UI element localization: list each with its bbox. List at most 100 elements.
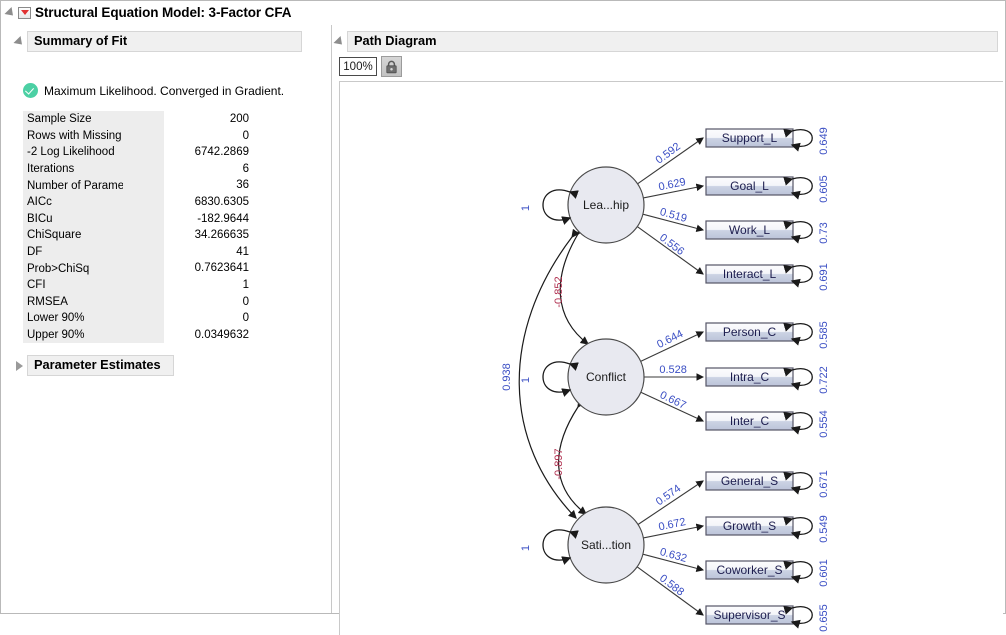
fit-statistics-labels: Sample Size Rows with Missing -2 Log Likel…	[23, 111, 164, 343]
path-diagram-canvas[interactable]: Lea...hip1Conflict1Sati...tion1 Support_…	[339, 81, 1003, 635]
residual-variance-loop	[792, 178, 812, 195]
residual-variance-loop	[792, 607, 812, 624]
observed-variable-label: Person_C	[723, 325, 777, 339]
parameter-estimates-disclosure-triangle-icon[interactable]	[16, 361, 23, 371]
observed-variables-layer: Support_LGoal_LWork_LInteract_LPerson_CI…	[706, 129, 812, 624]
path-diagram-header[interactable]: Path Diagram	[333, 31, 998, 52]
fit-stat-value: 36	[164, 177, 249, 194]
fit-stat-label: BICu	[23, 213, 123, 225]
fit-stat-label: AICc	[23, 196, 123, 208]
fit-stat-row: DF	[23, 244, 164, 261]
fit-statistics-values: 20006742.28696366830.6305-182.964434.266…	[164, 111, 249, 343]
path-diagram-disclosure-triangle-icon[interactable]	[333, 35, 345, 47]
fit-stat-row: AICc	[23, 194, 164, 211]
path-diagram-toolbar: 100%	[339, 56, 402, 77]
covariance-estimate-label: 0.938	[501, 363, 513, 391]
convergence-status: Maximum Likelihood. Converged in Gradien…	[23, 83, 284, 98]
residual-variance-label: 0.655	[818, 604, 830, 632]
covariance-estimate-label: -0.897	[553, 448, 565, 479]
observed-variable-label: Growth_S	[723, 519, 776, 533]
fit-stat-label: Upper 90%	[23, 329, 123, 341]
fit-stat-label: DF	[23, 246, 123, 258]
fit-stat-value: 1	[164, 277, 249, 294]
factor-loading-label: 0.588	[657, 572, 686, 598]
fit-stat-label: RMSEA	[23, 296, 123, 308]
latent-variance-label: 1	[520, 377, 532, 383]
green-check-icon	[23, 83, 38, 98]
residual-variance-label: 0.549	[818, 515, 830, 543]
factor-loading-label: 0.528	[659, 364, 687, 376]
lock-icon[interactable]	[381, 56, 402, 77]
red-triangle-menu-icon[interactable]	[18, 7, 31, 19]
residual-variance-loop	[792, 130, 812, 147]
residual-variance-loop	[792, 266, 812, 283]
fit-stat-label: Prob>ChiSq	[23, 263, 123, 275]
observed-variable-label: Work_L	[729, 223, 770, 237]
fit-stat-row: ChiSquare	[23, 227, 164, 244]
report-disclosure-triangle-icon[interactable]	[4, 6, 16, 18]
fit-stat-row: Rows with Missing	[23, 128, 164, 145]
residual-variance-loop	[792, 324, 812, 341]
fit-stat-label: ChiSquare	[23, 229, 123, 241]
observed-variable-label: General_S	[721, 474, 778, 488]
fit-stat-row: CFI	[23, 277, 164, 294]
residual-variance-label: 0.649	[818, 127, 830, 155]
latent-variable-label: Sati...tion	[581, 538, 631, 552]
summary-of-fit-header[interactable]: Summary of Fit	[13, 31, 302, 52]
fit-stat-label: Rows with Missing	[23, 130, 123, 142]
observed-variable-label: Intra_C	[730, 370, 770, 384]
fit-stat-value: 34.266635	[164, 227, 249, 244]
residual-variance-label: 0.554	[818, 410, 830, 438]
summary-disclosure-triangle-icon[interactable]	[13, 35, 25, 47]
jmp-report-window: Structural Equation Model: 3-Factor CFA …	[0, 0, 1006, 614]
fit-stat-row: Iterations	[23, 161, 164, 178]
parameter-estimates-heading: Parameter Estimates	[27, 355, 174, 376]
panel-divider	[331, 25, 332, 613]
residual-variance-loop	[792, 369, 812, 386]
residual-variance-loop	[792, 518, 812, 535]
factor-loading-label: 0.672	[657, 516, 686, 533]
fit-stat-row: Lower 90%	[23, 310, 164, 327]
parameter-estimates-header[interactable]: Parameter Estimates	[13, 355, 174, 376]
fit-stat-label: Sample Size	[23, 113, 123, 125]
fit-stat-value: 0	[164, 128, 249, 145]
observed-variable-label: Interact_L	[723, 267, 777, 281]
latent-variance-label: 1	[520, 545, 532, 551]
fit-stat-value: 6	[164, 161, 249, 178]
fit-stat-row: Upper 90%	[23, 327, 164, 344]
latent-variable-label: Lea...hip	[583, 198, 629, 212]
summary-of-fit-heading: Summary of Fit	[27, 31, 302, 52]
zoom-level-input[interactable]: 100%	[339, 57, 377, 76]
fit-stat-row: RMSEA	[23, 294, 164, 311]
fit-stat-value: 200	[164, 111, 249, 128]
fit-stat-value: 6742.2869	[164, 144, 249, 161]
residual-variance-label: 0.722	[818, 366, 830, 394]
fit-stat-label: Number of Parameters	[23, 180, 123, 192]
residual-variance-loop	[792, 562, 812, 579]
summary-of-fit-panel: Summary of Fit Maximum Likelihood. Conve…	[1, 25, 330, 613]
latent-variance-loop	[543, 530, 570, 560]
residual-variance-label: 0.585	[818, 321, 830, 349]
fit-stat-row: Prob>ChiSq	[23, 260, 164, 277]
fit-stat-value: 0	[164, 294, 249, 311]
latent-variance-loop	[543, 190, 570, 220]
fit-stat-label: Lower 90%	[23, 312, 123, 324]
fit-stat-value: 0	[164, 310, 249, 327]
residual-variance-loop	[792, 222, 812, 239]
factor-loading-label: 0.629	[657, 176, 686, 193]
fit-stat-label: -2 Log Likelihood	[23, 146, 123, 158]
observed-variable-label: Inter_C	[730, 414, 770, 428]
residual-variance-label: 0.73	[818, 222, 830, 243]
residual-variance-loop	[792, 413, 812, 430]
factor-loading-label: 0.556	[657, 232, 686, 258]
residual-variance-label: 0.601	[818, 559, 830, 587]
path-diagram-graphic: Lea...hip1Conflict1Sati...tion1 Support_…	[340, 82, 1003, 635]
fit-stat-value: 0.7623641	[164, 260, 249, 277]
covariance-estimate-label: -0.852	[553, 276, 565, 307]
observed-variable-label: Goal_L	[730, 179, 769, 193]
fit-stat-row: -2 Log Likelihood	[23, 144, 164, 161]
residual-variance-label: 0.605	[818, 175, 830, 203]
path-diagram-panel: Path Diagram 100%	[333, 25, 1005, 613]
fit-stat-value: -182.9644	[164, 211, 249, 228]
observed-variable-label: Coworker_S	[716, 563, 782, 577]
